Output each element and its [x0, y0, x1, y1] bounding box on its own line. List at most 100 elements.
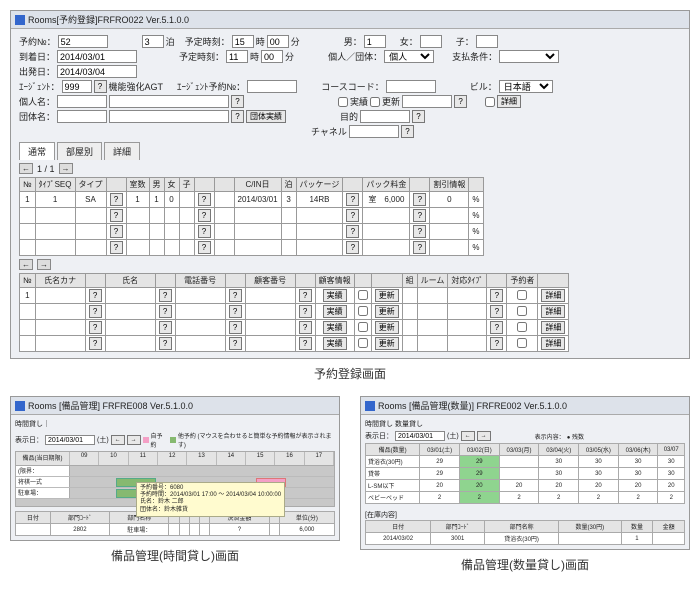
label-yotei: 予定時刻：	[185, 35, 230, 48]
jisseki-check[interactable]	[338, 97, 348, 107]
departure-date-input[interactable]	[57, 65, 137, 78]
bill-select[interactable]: 日本語	[499, 80, 553, 93]
label-date: 表示日：	[365, 431, 393, 441]
course-input[interactable]	[386, 80, 436, 93]
kojinmei-kana-input[interactable]	[57, 95, 107, 108]
kojinmei-input[interactable]	[109, 95, 229, 108]
yoyaku-no-input[interactable]	[58, 35, 108, 48]
date-next-button[interactable]: →	[127, 435, 141, 445]
tab-normal[interactable]: 通常	[19, 142, 55, 160]
table-row[interactable]: L-SM以下20202020202020	[366, 480, 685, 492]
koushin-check[interactable]	[370, 97, 380, 107]
bottom-grid: 日付部門ｺｰﾄﾞ部門名称数量(30円)数量金額 2014/03/023001貸浴…	[365, 520, 685, 545]
pager2-next-button[interactable]: →	[37, 259, 51, 270]
label-dantaimei: 団体名：	[19, 110, 55, 123]
legend-self-swatch	[143, 437, 149, 443]
sub2-caption: 備品管理(数量貸し)画面	[360, 556, 690, 573]
dantaimei-input[interactable]	[109, 110, 229, 123]
table-row[interactable]: 貸帯292930303030	[366, 468, 685, 480]
date-prev-button[interactable]: ←	[461, 431, 475, 441]
dep-min-input[interactable]	[261, 50, 283, 63]
pager2-prev-button[interactable]: ←	[19, 259, 33, 270]
window-title: Rooms [備品管理] FRFRE008 Ver.5.1.0.0	[28, 399, 193, 412]
agent-yoyaku-input[interactable]	[247, 80, 297, 93]
pkg-lookup-button[interactable]: ?	[346, 193, 359, 206]
mokuteki-input[interactable]	[360, 110, 410, 123]
label-naiyou: 表示内容：	[535, 432, 565, 441]
table-row[interactable]: ????実績更新?詳細	[20, 336, 569, 352]
agent-code-input[interactable]	[62, 80, 92, 93]
date-input[interactable]	[395, 431, 445, 441]
label-zan: ● 残数	[567, 432, 584, 441]
agent-lookup-button[interactable]: ?	[94, 80, 107, 93]
channel-lookup-button[interactable]: ?	[401, 125, 414, 138]
app-icon	[15, 15, 25, 25]
arr-hour-input[interactable]	[232, 35, 254, 48]
label-fun: 分	[291, 35, 300, 48]
reservation-window: Rooms[予約登録]FRFRO022 Ver.5.1.0.0 予約№： 泊 予…	[10, 10, 690, 359]
dantai-jisseki-button[interactable]: 団体実績	[246, 110, 286, 123]
table-row[interactable]: ????実績更新?詳細	[20, 304, 569, 320]
table-row[interactable]: ????%	[20, 224, 484, 240]
pager: ← 1 / 1 →	[19, 163, 681, 174]
channel-input[interactable]	[349, 125, 399, 138]
child-lookup-button[interactable]: ?	[198, 193, 211, 206]
dantaimei-lookup-button[interactable]: ?	[231, 110, 244, 123]
label-channel: チャネル	[311, 125, 347, 138]
male-input[interactable]	[364, 35, 386, 48]
tab-detail[interactable]: 詳細	[104, 142, 140, 160]
label-onna: 女：	[400, 35, 418, 48]
pager-next-button[interactable]: →	[59, 163, 73, 174]
shousai-check[interactable]	[485, 97, 495, 107]
jisseki-lookup-button[interactable]: ?	[454, 95, 467, 108]
window-title: Rooms[予約登録]FRFRO022 Ver.5.1.0.0	[28, 13, 189, 26]
jisseki-cell-button[interactable]: 実績	[323, 289, 347, 302]
table-row[interactable]: ベビーベッド2222222	[366, 492, 685, 504]
label-mokuteki: 目的	[340, 110, 358, 123]
label-otoko: 男：	[344, 35, 362, 48]
shousai-button[interactable]: 詳細	[497, 95, 521, 108]
app-icon	[15, 401, 25, 411]
table-row[interactable]: ????実績更新?詳細	[20, 320, 569, 336]
shiharai-select[interactable]	[499, 50, 559, 63]
table-row[interactable]: ????%	[20, 240, 484, 256]
shousai-cell-button[interactable]: 詳細	[541, 289, 565, 302]
label-agent-yoyaku: ｴｰｼﾞｪﾝﾄ予約№：	[177, 80, 245, 93]
pager-prev-button[interactable]: ←	[19, 163, 33, 174]
label-course: コースコード：	[321, 80, 384, 93]
nights-input[interactable]	[142, 35, 164, 48]
dantaimei-kana-input[interactable]	[57, 110, 107, 123]
label-ko: 子：	[456, 35, 474, 48]
table-row[interactable]: 1 ? ? ? ? 実績 更新 ? 詳細	[20, 288, 569, 304]
label-shiharai: 支払条件：	[452, 50, 497, 63]
child-input[interactable]	[476, 35, 498, 48]
label-jisseki: 実績	[350, 95, 368, 108]
table-row[interactable]: 2014/03/023001貸浴衣(30円)1	[366, 533, 685, 545]
date-input[interactable]	[45, 435, 95, 445]
window-title: Rooms [備品管理(数量)] FRFRE002 Ver.5.1.0.0	[378, 399, 567, 412]
label-date: 表示日：	[15, 435, 43, 445]
kojindantai-select[interactable]: 個人	[384, 50, 434, 63]
table-row[interactable]: 貸浴衣(30円)292930303030	[366, 456, 685, 468]
qty-grid: 備品(数量)03/01(土)03/02(日)03/03(月)03/04(火)03…	[365, 443, 685, 504]
rate-lookup-button[interactable]: ?	[413, 193, 426, 206]
date-next-button[interactable]: →	[477, 431, 491, 441]
dep-hour-input[interactable]	[226, 50, 248, 63]
jisseki-input[interactable]	[402, 95, 452, 108]
kojinmei-lookup-button[interactable]: ?	[231, 95, 244, 108]
label-touchaku: 到着日：	[19, 50, 55, 63]
tab-byroom[interactable]: 部屋別	[57, 142, 102, 160]
female-input[interactable]	[420, 35, 442, 48]
koushin-cell-button[interactable]: 更新	[375, 289, 399, 302]
table-row[interactable]: 2802駐車場：?6,000	[16, 524, 335, 536]
table-row[interactable]: 1 1 SA ? 1 1 0 ? 2014/03/01 3 14RB ? 室 6…	[20, 192, 484, 208]
date-prev-button[interactable]: ←	[111, 435, 125, 445]
arrival-date-input[interactable]	[57, 50, 137, 63]
type-lookup-button[interactable]: ?	[110, 193, 123, 206]
label-bill: ビル：	[470, 80, 497, 93]
zaiko-label: [在庫内容]	[365, 510, 685, 520]
legend-other-swatch	[170, 437, 176, 443]
arr-min-input[interactable]	[267, 35, 289, 48]
mokuteki-lookup-button[interactable]: ?	[412, 110, 425, 123]
table-row[interactable]: ????%	[20, 208, 484, 224]
